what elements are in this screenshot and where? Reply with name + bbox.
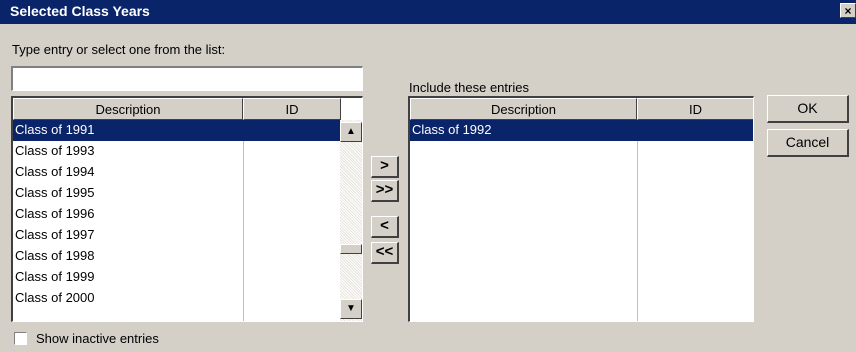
list-item-id[interactable] bbox=[243, 246, 341, 267]
close-icon: × bbox=[844, 4, 852, 18]
title-bar: Selected Class Years × bbox=[0, 0, 856, 24]
arrow-down-icon: ▼ bbox=[346, 303, 356, 314]
scroll-up-button[interactable]: ▲ bbox=[340, 122, 362, 142]
show-inactive-checkbox[interactable] bbox=[14, 332, 27, 345]
list-item-id[interactable] bbox=[637, 120, 753, 141]
column-divider bbox=[637, 120, 638, 321]
ok-button[interactable]: OK bbox=[767, 95, 849, 123]
list-item-id[interactable] bbox=[243, 288, 341, 309]
window-title: Selected Class Years bbox=[10, 3, 150, 19]
remove-button[interactable]: < bbox=[371, 216, 399, 238]
entry-input[interactable] bbox=[11, 66, 363, 91]
entry-label: Type entry or select one from the list: bbox=[12, 42, 226, 57]
included-label: Include these entries bbox=[409, 80, 529, 95]
list-item-id[interactable] bbox=[243, 120, 341, 141]
available-list[interactable]: Description ID Class of 1991 Class of 199… bbox=[11, 96, 363, 322]
list-item[interactable]: Class of 1999 bbox=[13, 267, 243, 288]
add-all-button[interactable]: >> bbox=[371, 180, 399, 202]
list-item[interactable]: Class of 1993 bbox=[13, 141, 243, 162]
list-item-id[interactable] bbox=[243, 162, 341, 183]
remove-all-button[interactable]: << bbox=[371, 242, 399, 264]
list-item[interactable]: Class of 1996 bbox=[13, 204, 243, 225]
available-col-id[interactable]: ID bbox=[243, 98, 341, 120]
cancel-button[interactable]: Cancel bbox=[767, 129, 849, 157]
list-item-id[interactable] bbox=[243, 204, 341, 225]
list-item[interactable]: Class of 1997 bbox=[13, 225, 243, 246]
vertical-scrollbar[interactable]: ▲ ▼ bbox=[340, 120, 362, 321]
scroll-thumb[interactable] bbox=[340, 244, 362, 254]
list-item[interactable]: Class of 1998 bbox=[13, 246, 243, 267]
close-button[interactable]: × bbox=[840, 3, 856, 18]
list-item-id[interactable] bbox=[243, 141, 341, 162]
list-item-id[interactable] bbox=[243, 267, 341, 288]
scroll-down-button[interactable]: ▼ bbox=[340, 299, 362, 319]
list-item[interactable]: Class of 1992 bbox=[410, 120, 637, 141]
show-inactive-label[interactable]: Show inactive entries bbox=[36, 331, 159, 346]
list-item-id[interactable] bbox=[243, 225, 341, 246]
list-item[interactable]: Class of 1991 bbox=[13, 120, 243, 141]
included-list[interactable]: Description ID Class of 1992 bbox=[408, 96, 754, 322]
included-col-id[interactable]: ID bbox=[637, 98, 753, 120]
list-item[interactable]: Class of 2000 bbox=[13, 288, 243, 309]
list-item[interactable]: Class of 1994 bbox=[13, 162, 243, 183]
list-item-id[interactable] bbox=[243, 183, 341, 204]
arrow-up-icon: ▲ bbox=[346, 126, 356, 137]
list-item[interactable]: Class of 1995 bbox=[13, 183, 243, 204]
included-col-description[interactable]: Description bbox=[410, 98, 637, 120]
available-col-description[interactable]: Description bbox=[13, 98, 243, 120]
add-button[interactable]: > bbox=[371, 156, 399, 178]
